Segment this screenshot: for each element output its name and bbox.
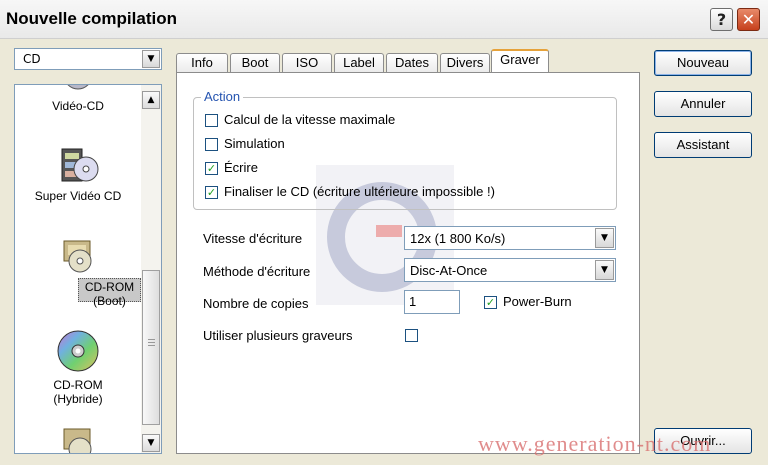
- film-cd-icon: [61, 148, 99, 182]
- write-speed-select[interactable]: 12x (1 800 Ko/s) ▼: [404, 226, 616, 250]
- action-group-title: Action: [201, 89, 244, 104]
- cancel-button[interactable]: Annuler: [654, 91, 752, 117]
- write-method-label: Méthode d'écriture: [203, 264, 311, 279]
- compilation-type-list[interactable]: Vidéo-CD Super Vidéo CD CD-ROM (Boot) CD…: [14, 84, 162, 454]
- powerburn-checkbox[interactable]: ✓: [484, 296, 497, 309]
- write-speed-label: Vitesse d'écriture: [203, 231, 303, 246]
- list-item[interactable]: Super Vidéo CD: [15, 145, 141, 204]
- tab-graver[interactable]: Graver: [491, 49, 549, 72]
- chevron-down-icon[interactable]: ▼: [142, 50, 160, 68]
- list-item-label: Vidéo-CD: [52, 99, 104, 113]
- multi-burner-checkbox[interactable]: [405, 329, 418, 342]
- video-cd-icon: [67, 85, 89, 90]
- simulation-label: Simulation: [224, 136, 285, 151]
- help-button[interactable]: ?: [710, 8, 733, 31]
- tab-iso[interactable]: ISO: [282, 53, 332, 72]
- multi-burner-label: Utiliser plusieurs graveurs: [203, 328, 353, 343]
- list-item[interactable]: Vidéo-CD: [15, 85, 141, 114]
- tab-label[interactable]: Label: [334, 53, 384, 72]
- simulation-checkbox[interactable]: [205, 138, 218, 151]
- wizard-button[interactable]: Assistant: [654, 132, 752, 158]
- list-item-label-selected: CD-ROM (Boot): [78, 278, 141, 308]
- finalize-checkbox[interactable]: ✓: [205, 186, 218, 199]
- list-item[interactable]: CD-ROM (Boot): [15, 235, 141, 308]
- max-speed-label: Calcul de la vitesse maximale: [224, 112, 396, 127]
- write-label: Écrire: [224, 160, 258, 175]
- tab-info[interactable]: Info: [176, 53, 228, 72]
- list-item-label: CD-ROM (Hybride): [53, 378, 103, 406]
- chevron-down-icon[interactable]: ▼: [595, 260, 614, 280]
- tab-divers[interactable]: Divers: [440, 53, 490, 72]
- title-bar: Nouvelle compilation ? ✕: [0, 0, 768, 39]
- chevron-down-icon[interactable]: ▼: [595, 228, 614, 248]
- tab-dates[interactable]: Dates: [386, 53, 438, 72]
- scroll-down-icon[interactable]: ▼: [142, 434, 160, 452]
- write-checkbox[interactable]: ✓: [205, 162, 218, 175]
- close-button[interactable]: ✕: [737, 8, 760, 31]
- copies-label: Nombre de copies: [203, 296, 309, 311]
- write-method-select[interactable]: Disc-At-Once ▼: [404, 258, 616, 282]
- window-title: Nouvelle compilation: [6, 9, 177, 28]
- write-method-value: Disc-At-Once: [410, 263, 488, 278]
- write-speed-value: 12x (1 800 Ko/s): [410, 231, 506, 246]
- scroll-up-icon[interactable]: ▲: [142, 91, 160, 109]
- list-scrollbar[interactable]: ▲ ▼: [141, 85, 161, 453]
- scroll-thumb[interactable]: [142, 270, 160, 425]
- list-item-label: Super Vidéo CD: [34, 189, 122, 203]
- new-button[interactable]: Nouveau: [654, 50, 752, 76]
- media-type-value: CD: [23, 52, 41, 66]
- hybrid-cd-icon: [57, 330, 99, 372]
- copies-input[interactable]: 1: [404, 290, 460, 314]
- boot-cd-icon: [63, 240, 92, 273]
- max-speed-checkbox[interactable]: [205, 114, 218, 127]
- watermark-text: www.generation-nt.com: [478, 431, 712, 456]
- tab-boot[interactable]: Boot: [230, 53, 280, 72]
- media-type-select[interactable]: CD ▼: [14, 48, 162, 70]
- boot-cd-icon: [63, 428, 92, 453]
- powerburn-label: Power-Burn: [503, 294, 572, 309]
- list-item[interactable]: CD-ROM (Hybride): [15, 328, 141, 407]
- list-item[interactable]: [15, 425, 141, 453]
- finalize-label: Finaliser le CD (écriture ultérieure imp…: [224, 184, 495, 199]
